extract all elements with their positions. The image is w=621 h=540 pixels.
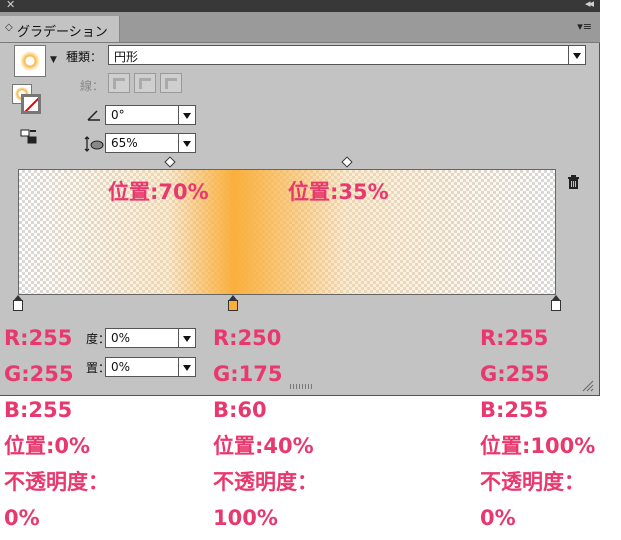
tab-gradient[interactable]: ◇ グラデーション	[0, 16, 120, 42]
ann-left-b: B:255	[4, 398, 73, 422]
chevron-down-icon[interactable]	[178, 106, 195, 124]
gradient-fill	[19, 170, 555, 294]
aspect-ratio-value: 65%	[111, 136, 138, 150]
resize-grip[interactable]	[290, 384, 312, 389]
ann-right-opacity-label: 不透明度：	[480, 470, 585, 494]
color-stop[interactable]	[228, 295, 239, 313]
panel-title-bar: ✕ ◂◂	[0, 0, 600, 12]
reverse-gradient-icon[interactable]	[20, 128, 38, 146]
ann-center-b: B:60	[213, 398, 267, 422]
swatch-dropdown-icon[interactable]: ▼	[50, 55, 57, 65]
tab-row: ◇ グラデーション ▾≡	[0, 12, 600, 43]
ann-left-pos: 位置:0%	[4, 434, 91, 458]
color-stop-swatch	[13, 300, 23, 311]
tab-toggle-icon[interactable]: ◇	[5, 22, 13, 33]
gradient-preview	[20, 51, 40, 71]
angle-value: 0°	[111, 108, 125, 122]
ann-center-pos: 位置:40%	[213, 434, 314, 458]
fill-stroke-toggle[interactable]	[12, 84, 42, 116]
stroke-label: 線：	[80, 79, 105, 93]
ann-left-opacity: 0%	[4, 506, 40, 530]
aspect-ratio-icon	[84, 136, 104, 152]
angle-icon	[87, 110, 100, 121]
color-stop[interactable]	[551, 295, 561, 313]
ann-left-g: G:255	[4, 362, 74, 386]
collapse-icon[interactable]: ◂◂	[585, 0, 594, 10]
location-value: 0%	[111, 360, 131, 374]
stroke-along-icon	[139, 78, 151, 89]
ann-center-opacity: 100%	[213, 506, 278, 530]
ann-center-r: R:250	[213, 326, 282, 350]
close-icon[interactable]: ✕	[6, 0, 15, 11]
angle-field[interactable]: 0°	[105, 105, 196, 125]
gradient-swatch[interactable]	[14, 45, 46, 77]
gradient-type-value: 円形	[114, 50, 139, 64]
aspect-ratio-field[interactable]: 65%	[105, 133, 196, 153]
midpoint-label-2: 位置:35%	[288, 180, 389, 204]
gradient-type-select[interactable]: 円形	[108, 45, 586, 65]
midpoint-diamond[interactable]	[163, 156, 176, 168]
ann-left-opacity-label: 不透明度：	[4, 470, 109, 494]
none-slash	[24, 97, 38, 111]
stroke-along-button[interactable]	[134, 73, 156, 93]
ann-left-r: R:255	[4, 326, 73, 350]
chevron-down-icon[interactable]	[178, 134, 195, 152]
color-stop[interactable]	[13, 295, 23, 313]
ann-center-opacity-label: 不透明度：	[213, 470, 318, 494]
opacity-field[interactable]: 0%	[105, 328, 196, 348]
midpoint-diamond[interactable]	[341, 156, 353, 168]
chevron-down-icon[interactable]	[178, 358, 195, 376]
gradient-slider[interactable]	[18, 169, 556, 295]
color-stop-swatch	[551, 300, 561, 311]
tab-label: グラデーション	[17, 25, 108, 40]
resize-corner-icon[interactable]	[580, 378, 594, 392]
ann-right-pos: 位置:100%	[480, 434, 596, 458]
chevron-down-icon[interactable]	[178, 329, 195, 347]
type-label: 種類：	[66, 50, 103, 64]
stroke-within-button[interactable]	[108, 73, 130, 93]
location-field[interactable]: 0%	[105, 357, 196, 377]
trash-icon[interactable]	[567, 175, 580, 189]
ann-center-g: G:175	[213, 362, 283, 386]
panel-menu-icon[interactable]: ▾≡	[577, 20, 592, 33]
ann-right-r: R:255	[480, 326, 549, 350]
opacity-value: 0%	[111, 331, 131, 345]
color-stop-swatch	[228, 300, 239, 311]
stroke-swatch[interactable]	[21, 94, 41, 114]
ann-right-b: B:255	[480, 398, 549, 422]
stroke-within-icon	[113, 78, 125, 89]
stroke-across-icon	[165, 78, 177, 89]
ann-right-opacity: 0%	[480, 506, 516, 530]
stroke-across-button[interactable]	[160, 73, 182, 93]
midpoint-label-1: 位置:70%	[108, 180, 209, 204]
chevron-down-icon[interactable]	[568, 46, 585, 64]
ann-right-g: G:255	[480, 362, 550, 386]
